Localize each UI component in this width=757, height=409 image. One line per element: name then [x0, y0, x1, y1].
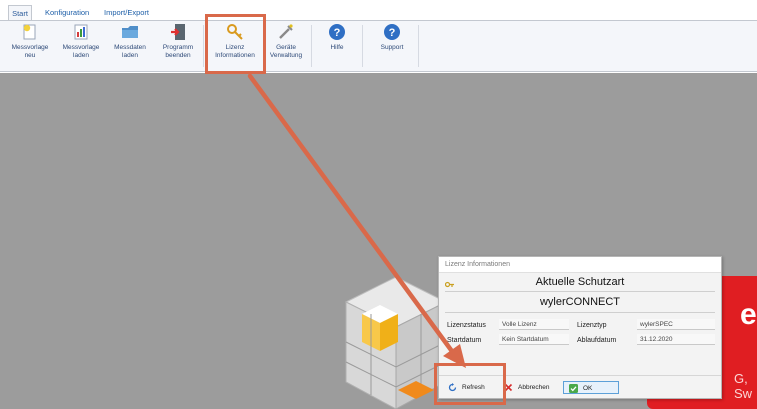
folder-icon	[122, 26, 138, 38]
dialog-title: Lizenz Informationen	[439, 257, 721, 273]
ok-label: OK	[583, 385, 593, 392]
ribbon-separator	[418, 25, 419, 67]
expiry-date-value: 31.12.2020	[637, 334, 715, 345]
license-type-value: wylerSPEC	[637, 319, 715, 330]
ok-button[interactable]: OK	[563, 381, 619, 394]
exit-program-button[interactable]: Programm beenden	[158, 23, 198, 69]
new-template-line1: Messvorlage	[11, 44, 49, 51]
ribbon-toolbar: Messvorlage neu Messvorlage laden Messda…	[0, 20, 757, 72]
device-management-line1: Geräte	[276, 44, 296, 51]
divider	[445, 291, 715, 292]
ribbon-separator	[311, 25, 312, 67]
svg-text:?: ?	[389, 27, 396, 39]
license-type-label: Lizenztyp	[577, 322, 607, 329]
cancel-button[interactable]: Abbrechen	[499, 381, 557, 394]
tab-import-export[interactable]: Import/Export	[104, 5, 149, 20]
load-template-icon	[74, 24, 88, 40]
cancel-label: Abbrechen	[518, 384, 550, 391]
device-management-line2: Verwaltung	[269, 51, 303, 59]
support-icon: ?	[384, 24, 400, 40]
product-name: wylerCONNECT	[539, 296, 621, 308]
exit-icon	[171, 24, 185, 40]
svg-text:?: ?	[334, 27, 341, 39]
exit-program-line1: Programm	[162, 44, 194, 51]
protection-heading: Aktuelle Schutzart	[535, 276, 625, 288]
checkmark-icon	[569, 384, 578, 393]
new-template-line2: neu	[24, 51, 36, 59]
banner-subtitle-fragment: G, Sw	[734, 371, 753, 401]
start-date-value: Kein Startdatum	[499, 334, 569, 345]
license-status-value: Volle Lizenz	[499, 319, 569, 330]
support-button[interactable]: ? Support	[373, 23, 411, 69]
load-template-line1: Messvorlage	[62, 44, 100, 51]
ribbon-separator	[203, 25, 204, 67]
start-date-label: Startdatum	[447, 337, 482, 344]
license-status-label: Lizenzstatus	[447, 322, 486, 329]
load-template-line2: laden	[73, 51, 89, 59]
support-label: Support	[380, 44, 404, 51]
help-button[interactable]: ? Hilfe	[320, 23, 354, 69]
refresh-button-highlight	[434, 363, 506, 405]
expiry-date-label: Ablaufdatum	[577, 337, 617, 344]
ribbon-separator	[362, 25, 363, 67]
new-template-icon	[23, 24, 36, 40]
ribbon-tab-bar: Start Konfiguration Import/Export	[0, 0, 757, 20]
devices-icon	[279, 24, 293, 39]
help-label: Hilfe	[330, 44, 344, 51]
device-management-button[interactable]: Geräte Verwaltung	[265, 23, 307, 69]
divider	[445, 312, 715, 313]
tab-start[interactable]: Start	[8, 5, 32, 20]
license-button-highlight	[205, 14, 266, 74]
banner-title-fragment: erS	[740, 298, 757, 331]
load-template-button[interactable]: Messvorlage laden	[60, 23, 102, 69]
load-data-line1: Messdaten	[114, 44, 146, 51]
tab-konfiguration[interactable]: Konfiguration	[45, 5, 89, 20]
help-icon: ?	[329, 24, 345, 40]
exit-program-line2: beenden	[165, 51, 191, 59]
new-template-button[interactable]: Messvorlage neu	[10, 23, 50, 69]
load-data-line2: laden	[122, 51, 138, 59]
load-data-button[interactable]: Messdaten laden	[110, 23, 150, 69]
